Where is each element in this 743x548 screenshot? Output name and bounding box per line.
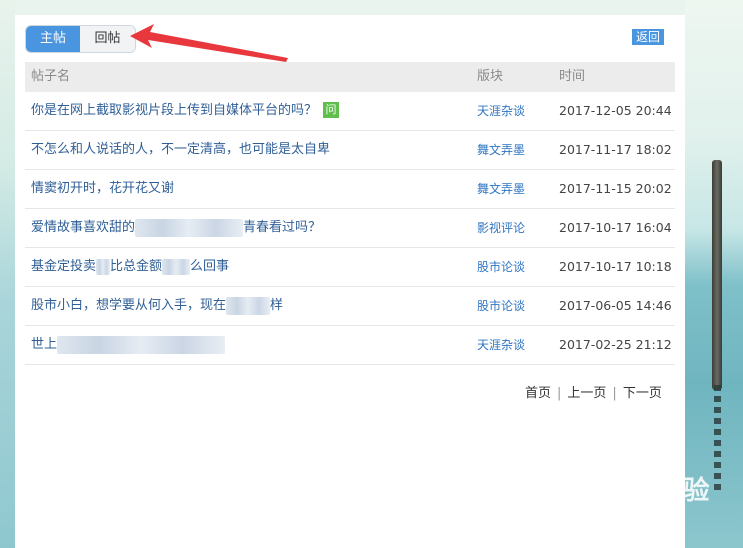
- board-link[interactable]: 舞文弄墨: [477, 170, 525, 208]
- post-time: 2017-11-17 18:02: [559, 142, 672, 157]
- pagination: 首页 | 上一页 | 下一页: [525, 382, 662, 401]
- post-title-link[interactable]: 股市小白，想学要从何入手，现在样: [31, 287, 283, 325]
- board-link[interactable]: 股市论谈: [477, 287, 525, 325]
- post-time: 2017-06-05 14:46: [559, 298, 672, 313]
- red-arrow-annotation: [130, 24, 288, 62]
- post-title-link[interactable]: 爱情故事喜欢甜的 青春看过吗？: [31, 209, 321, 247]
- redacted-blur: [162, 258, 191, 275]
- pager-separator: |: [557, 386, 562, 401]
- pager-separator: |: [612, 386, 617, 401]
- post-title-link[interactable]: 你是在网上截取影视片段上传到自媒体平台的吗？问: [31, 92, 340, 130]
- first-page-link[interactable]: 首页: [525, 386, 551, 401]
- table-header: 帖子名 版块 时间: [25, 62, 675, 92]
- tab-main-posts[interactable]: 主帖: [26, 26, 80, 52]
- table-row: 世上 天涯杂谈 2017-02-25 21:12: [25, 326, 675, 365]
- redacted-blur: [96, 258, 111, 275]
- post-time: 2017-11-15 20:02: [559, 181, 672, 196]
- table-row: 爱情故事喜欢甜的 青春看过吗？ 影视评论 2017-10-17 16:04: [25, 209, 675, 248]
- table-row: 你是在网上截取影视片段上传到自媒体平台的吗？问 天涯杂谈 2017-12-05 …: [25, 92, 675, 131]
- redacted-blur: [226, 296, 271, 315]
- watermark-url: jingyan.baidu.com: [573, 516, 675, 529]
- board-link[interactable]: 天涯杂谈: [477, 92, 525, 130]
- background-left: [0, 0, 15, 548]
- post-time: 2017-02-25 21:12: [559, 337, 672, 352]
- post-title-link[interactable]: 世上: [31, 326, 226, 364]
- header-post-name: 帖子名: [31, 69, 71, 84]
- pole-image: [712, 160, 722, 390]
- table-row: 基金定投卖 比总金额 么回事 股市论谈 2017-10-17 10:18: [25, 248, 675, 287]
- post-time: 2017-10-17 16:04: [559, 220, 672, 235]
- prev-page-link[interactable]: 上一页: [567, 386, 606, 401]
- redacted-blur: [135, 218, 244, 237]
- table-row: 不怎么和人说话的人，不一定清高，也可能是太自卑 舞文弄墨 2017-11-17 …: [25, 131, 675, 170]
- question-badge: 问: [323, 101, 340, 118]
- baidu-watermark: Baidu 经验 jingyan.baidu.com: [565, 470, 735, 535]
- watermark-brand: Baidu 经验: [565, 476, 710, 506]
- post-title-link[interactable]: 基金定投卖 比总金额 么回事: [31, 248, 229, 286]
- board-link[interactable]: 天涯杂谈: [477, 326, 525, 364]
- redacted-blur: [57, 335, 226, 354]
- post-type-tabs: 主帖 回帖: [25, 25, 136, 53]
- next-page-link[interactable]: 下一页: [623, 386, 662, 401]
- header-time: 时间: [559, 69, 586, 84]
- table-row: 情窦初开时，花开花又谢 舞文弄墨 2017-11-15 20:02: [25, 170, 675, 209]
- post-time: 2017-10-17 10:18: [559, 259, 672, 274]
- header-board: 版块: [477, 69, 504, 84]
- post-title-link[interactable]: 不怎么和人说话的人，不一定清高，也可能是太自卑: [31, 131, 330, 169]
- board-link[interactable]: 影视评论: [477, 209, 525, 247]
- board-link[interactable]: 舞文弄墨: [477, 131, 525, 169]
- tab-replies[interactable]: 回帖: [80, 26, 135, 52]
- board-link[interactable]: 股市论谈: [477, 248, 525, 286]
- table-row: 股市小白，想学要从何入手，现在样 股市论谈 2017-06-05 14:46: [25, 287, 675, 326]
- back-button[interactable]: 返回: [632, 29, 665, 45]
- post-title-link[interactable]: 情窦初开时，花开花又谢: [31, 170, 174, 208]
- post-time: 2017-12-05 20:44: [559, 103, 672, 118]
